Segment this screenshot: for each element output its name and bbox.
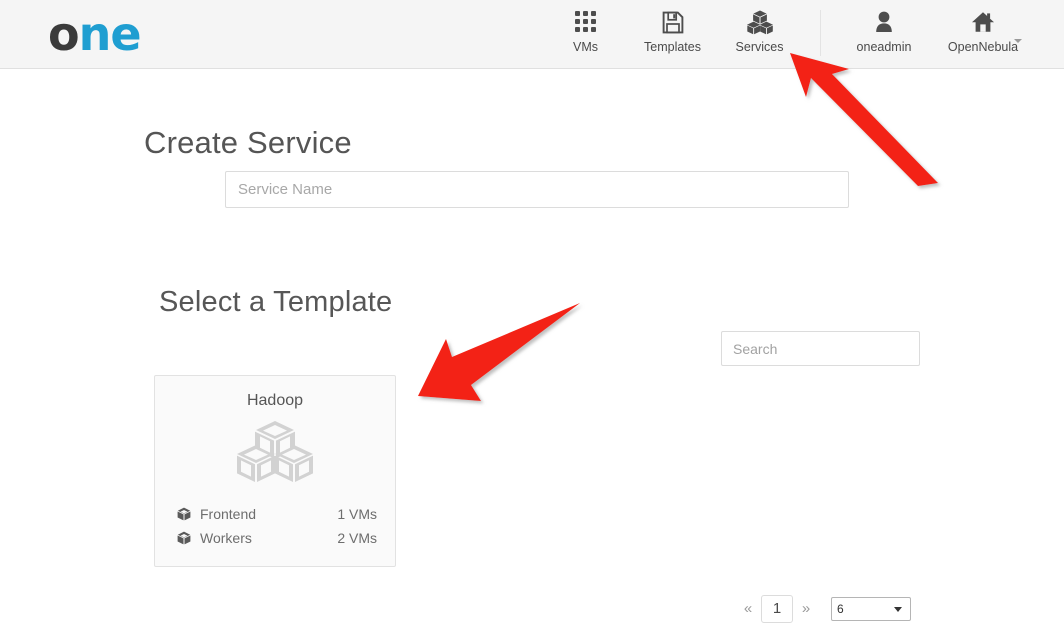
- top-header: one VMs Templates Services oneadmin Open…: [0, 0, 1064, 69]
- pagination-prev-button[interactable]: «: [735, 594, 761, 624]
- nav-item-opennebula[interactable]: OpenNebula: [928, 6, 1038, 64]
- template-role-name: Frontend: [200, 506, 257, 522]
- select-template-title: Select a Template: [159, 286, 393, 319]
- service-name-input[interactable]: [225, 171, 849, 208]
- arrow-to-services: [790, 53, 938, 186]
- template-card-title: Hadoop: [246, 392, 304, 409]
- cube-icon: [177, 507, 193, 521]
- chevron-down-icon[interactable]: [1014, 39, 1022, 43]
- pagination-page-1[interactable]: 1: [761, 595, 793, 623]
- nav-label-templates: Templates: [644, 40, 701, 54]
- user-icon: [840, 7, 928, 37]
- nav-label-oneadmin: oneadmin: [856, 40, 912, 54]
- cube-icon: [177, 531, 193, 545]
- pagination: « 1 » 6122436: [735, 594, 911, 624]
- nav-item-oneadmin[interactable]: oneadmin: [840, 6, 928, 64]
- page-title: Create Service: [144, 124, 352, 160]
- template-role-row: Frontend 1 VMs: [177, 502, 377, 526]
- page-size-wrapper: 6122436: [819, 597, 911, 621]
- pagination-next-button[interactable]: »: [793, 594, 819, 624]
- home-icon: [928, 7, 1038, 37]
- nav-item-templates[interactable]: Templates: [629, 6, 716, 64]
- floppy-disk-icon: [629, 7, 716, 37]
- nav-item-vms[interactable]: VMs: [542, 6, 629, 64]
- logo-text-ne: ne: [78, 7, 142, 61]
- template-role-name: Workers: [200, 530, 252, 546]
- search-input[interactable]: [721, 331, 920, 366]
- template-card-hadoop[interactable]: Hadoop Frontend 1 VMs Workers 2 VMs: [154, 375, 396, 567]
- cubes-icon: [155, 419, 395, 487]
- opennebula-logo[interactable]: one: [48, 7, 142, 61]
- nav-label-vms: VMs: [573, 40, 598, 54]
- main-navigation: VMs Templates Services: [542, 6, 809, 64]
- nav-label-services: Services: [735, 40, 784, 54]
- nav-divider: [820, 10, 821, 56]
- template-role-row: Workers 2 VMs: [177, 526, 377, 550]
- logo-text-o: o: [48, 7, 80, 61]
- arrow-to-hadoop-card: [418, 303, 580, 401]
- user-navigation: oneadmin OpenNebula: [840, 6, 1064, 64]
- nav-item-services[interactable]: Services: [716, 6, 803, 64]
- template-roles-list: Frontend 1 VMs Workers 2 VMs: [177, 502, 377, 550]
- page-size-select[interactable]: 6122436: [831, 597, 911, 621]
- template-role-count: 1 VMs: [337, 506, 377, 522]
- grid-icon: [542, 7, 629, 37]
- template-role-count: 2 VMs: [337, 530, 377, 546]
- cubes-icon: [716, 7, 803, 37]
